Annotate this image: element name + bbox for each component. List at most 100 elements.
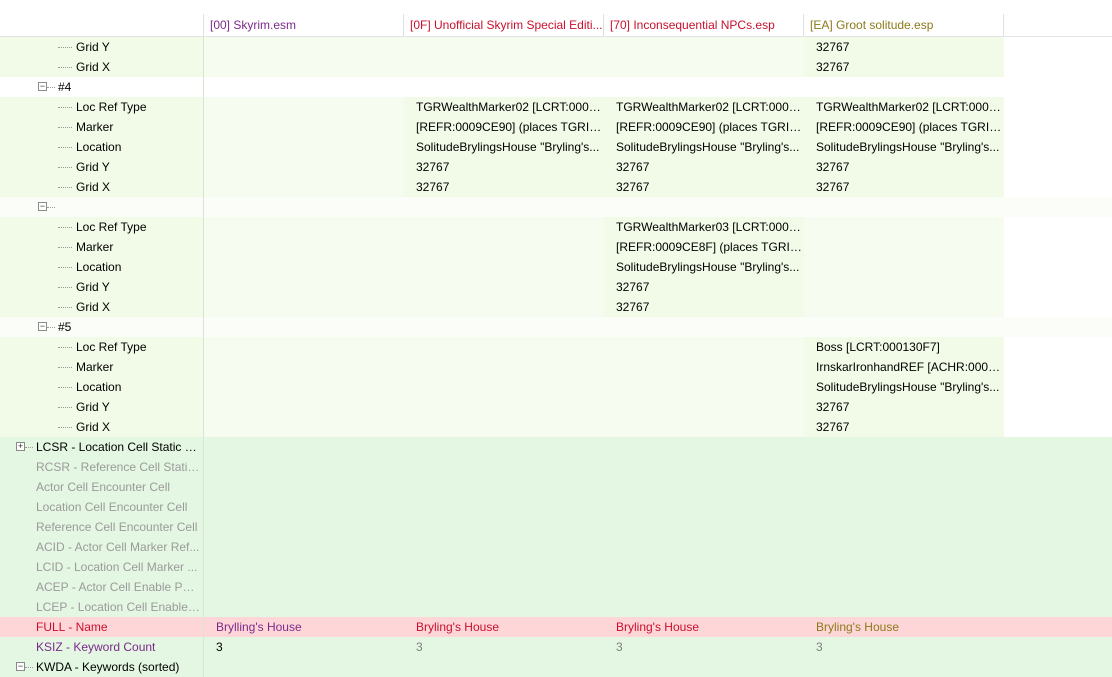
row-label-cell[interactable]: Grid Y — [0, 397, 204, 417]
tree-row[interactable]: Grid X 32767 — [0, 57, 1112, 77]
row-label-cell[interactable]: Grid X — [0, 297, 204, 317]
column-header-groot-solitude[interactable]: [EA] Groot solitude.esp — [804, 14, 1004, 36]
row-label-cell[interactable]: Grid Y — [0, 157, 204, 177]
value-cell[interactable] — [604, 397, 804, 417]
value-cell[interactable] — [604, 437, 804, 457]
value-cell[interactable]: 3 — [204, 637, 404, 657]
value-cell[interactable]: 32767 — [804, 57, 1004, 77]
value-cell[interactable] — [204, 37, 404, 57]
row-label-cell[interactable]: Grid Y — [0, 277, 204, 297]
value-cell[interactable]: 3 — [404, 637, 604, 657]
value-cell[interactable] — [604, 537, 804, 557]
value-cell[interactable]: [REFR:0009CE8F] (places TGRIte... — [604, 237, 804, 257]
tree-row[interactable]: Reference Cell Encounter Cell — [0, 517, 1112, 537]
value-cell[interactable] — [604, 317, 804, 337]
value-cell[interactable]: 32767 — [404, 157, 604, 177]
value-cell[interactable]: 32767 — [604, 297, 804, 317]
value-cell[interactable] — [804, 217, 1004, 237]
row-label-cell[interactable]: FULL - Name — [0, 617, 204, 637]
value-cell[interactable] — [404, 577, 604, 597]
value-cell[interactable] — [204, 417, 404, 437]
value-cell[interactable] — [204, 397, 404, 417]
value-cell[interactable]: 32767 — [804, 417, 1004, 437]
value-cell[interactable]: SolitudeBrylingsHouse "Bryling's... — [404, 137, 604, 157]
value-cell[interactable]: Bryling's House — [804, 617, 1004, 637]
value-cell[interactable] — [204, 357, 404, 377]
collapse-toggle-icon[interactable]: − — [38, 322, 47, 331]
value-cell[interactable] — [604, 357, 804, 377]
tree-row[interactable]: Location Cell Encounter Cell — [0, 497, 1112, 517]
value-cell[interactable] — [204, 457, 404, 477]
tree-row[interactable]: Marker [REFR:0009CE8F] (places TGRIte... — [0, 237, 1112, 257]
row-label-cell[interactable]: Marker — [0, 237, 204, 257]
value-cell[interactable] — [404, 497, 604, 517]
value-cell[interactable] — [804, 457, 1004, 477]
value-cell[interactable] — [804, 477, 1004, 497]
value-cell[interactable] — [404, 37, 604, 57]
value-cell[interactable] — [804, 597, 1004, 617]
row-label-cell[interactable]: RCSR - Reference Cell Static ... — [0, 457, 204, 477]
value-cell[interactable]: [REFR:0009CE90] (places TGRIte... — [604, 117, 804, 137]
value-cell[interactable]: [REFR:0009CE90] (places TGRIte... — [804, 117, 1004, 137]
value-cell[interactable] — [804, 497, 1004, 517]
row-label-cell[interactable]: LCEP - Location Cell Enable ... — [0, 597, 204, 617]
value-cell[interactable]: Boss [LCRT:000130F7] — [804, 337, 1004, 357]
row-label-cell[interactable]: ACID - Actor Cell Marker Ref... — [0, 537, 204, 557]
value-cell[interactable]: Bryling's House — [604, 617, 804, 637]
value-cell[interactable] — [204, 337, 404, 357]
column-header-0[interactable] — [0, 14, 204, 36]
value-cell[interactable] — [404, 297, 604, 317]
value-cell[interactable]: TGRWealthMarker02 [LCRT:0001... — [804, 97, 1004, 117]
value-cell[interactable] — [604, 657, 804, 677]
value-cell[interactable] — [604, 597, 804, 617]
value-cell[interactable] — [204, 157, 404, 177]
value-cell[interactable] — [604, 37, 804, 57]
value-cell[interactable] — [804, 657, 1004, 677]
value-cell[interactable] — [804, 437, 1004, 457]
tree-row[interactable]: Grid X 32767 — [0, 417, 1112, 437]
value-cell[interactable]: Brylling's House — [204, 617, 404, 637]
tree-row[interactable]: + LCSR - Location Cell Static R... — [0, 437, 1112, 457]
value-cell[interactable] — [404, 597, 604, 617]
value-cell[interactable]: TGRWealthMarker02 [LCRT:0001... — [604, 97, 804, 117]
value-cell[interactable] — [204, 657, 404, 677]
value-cell[interactable]: SolitudeBrylingsHouse "Bryling's... — [604, 137, 804, 157]
row-label-cell[interactable]: Location — [0, 377, 204, 397]
tree-row[interactable]: Loc Ref Type TGRWealthMarker03 [LCRT:0001… — [0, 217, 1112, 237]
value-cell[interactable] — [204, 477, 404, 497]
collapse-toggle-icon[interactable]: − — [16, 662, 25, 671]
row-label-cell[interactable]: Location — [0, 257, 204, 277]
value-cell[interactable] — [804, 257, 1004, 277]
value-cell[interactable] — [204, 297, 404, 317]
tree-row[interactable]: Grid X 32767 — [0, 297, 1112, 317]
tree-row[interactable]: ACID - Actor Cell Marker Ref... — [0, 537, 1112, 557]
row-label-cell[interactable]: Marker — [0, 117, 204, 137]
value-cell[interactable] — [204, 177, 404, 197]
row-label-cell[interactable]: Marker — [0, 357, 204, 377]
value-cell[interactable] — [204, 117, 404, 137]
value-cell[interactable] — [204, 317, 404, 337]
value-cell[interactable] — [404, 557, 604, 577]
value-cell[interactable]: 3 — [804, 637, 1004, 657]
value-cell[interactable]: SolitudeBrylingsHouse "Bryling's... — [804, 137, 1004, 157]
value-cell[interactable]: 32767 — [404, 177, 604, 197]
value-cell[interactable] — [204, 237, 404, 257]
row-label-cell[interactable]: − — [0, 197, 204, 217]
value-cell[interactable]: IrnskarIronhandREF [ACHR:0001... — [804, 357, 1004, 377]
value-cell[interactable]: 3 — [604, 637, 804, 657]
row-label-cell[interactable]: Location Cell Encounter Cell — [0, 497, 204, 517]
row-label-cell[interactable]: Grid X — [0, 177, 204, 197]
value-cell[interactable]: TGRWealthMarker02 [LCRT:0001... — [404, 97, 604, 117]
collapse-toggle-icon[interactable]: − — [38, 202, 47, 211]
tree-row[interactable]: Grid Y 32767 — [0, 397, 1112, 417]
value-cell[interactable] — [404, 217, 604, 237]
value-cell[interactable] — [404, 657, 604, 677]
tree-row[interactable]: − KWDA - Keywords (sorted) — [0, 657, 1112, 677]
value-cell[interactable] — [404, 337, 604, 357]
value-cell[interactable]: 32767 — [804, 177, 1004, 197]
value-cell[interactable] — [204, 277, 404, 297]
value-cell[interactable] — [404, 317, 604, 337]
value-cell[interactable] — [404, 357, 604, 377]
value-cell[interactable]: TGRWealthMarker03 [LCRT:0001... — [604, 217, 804, 237]
value-cell[interactable]: 32767 — [604, 157, 804, 177]
